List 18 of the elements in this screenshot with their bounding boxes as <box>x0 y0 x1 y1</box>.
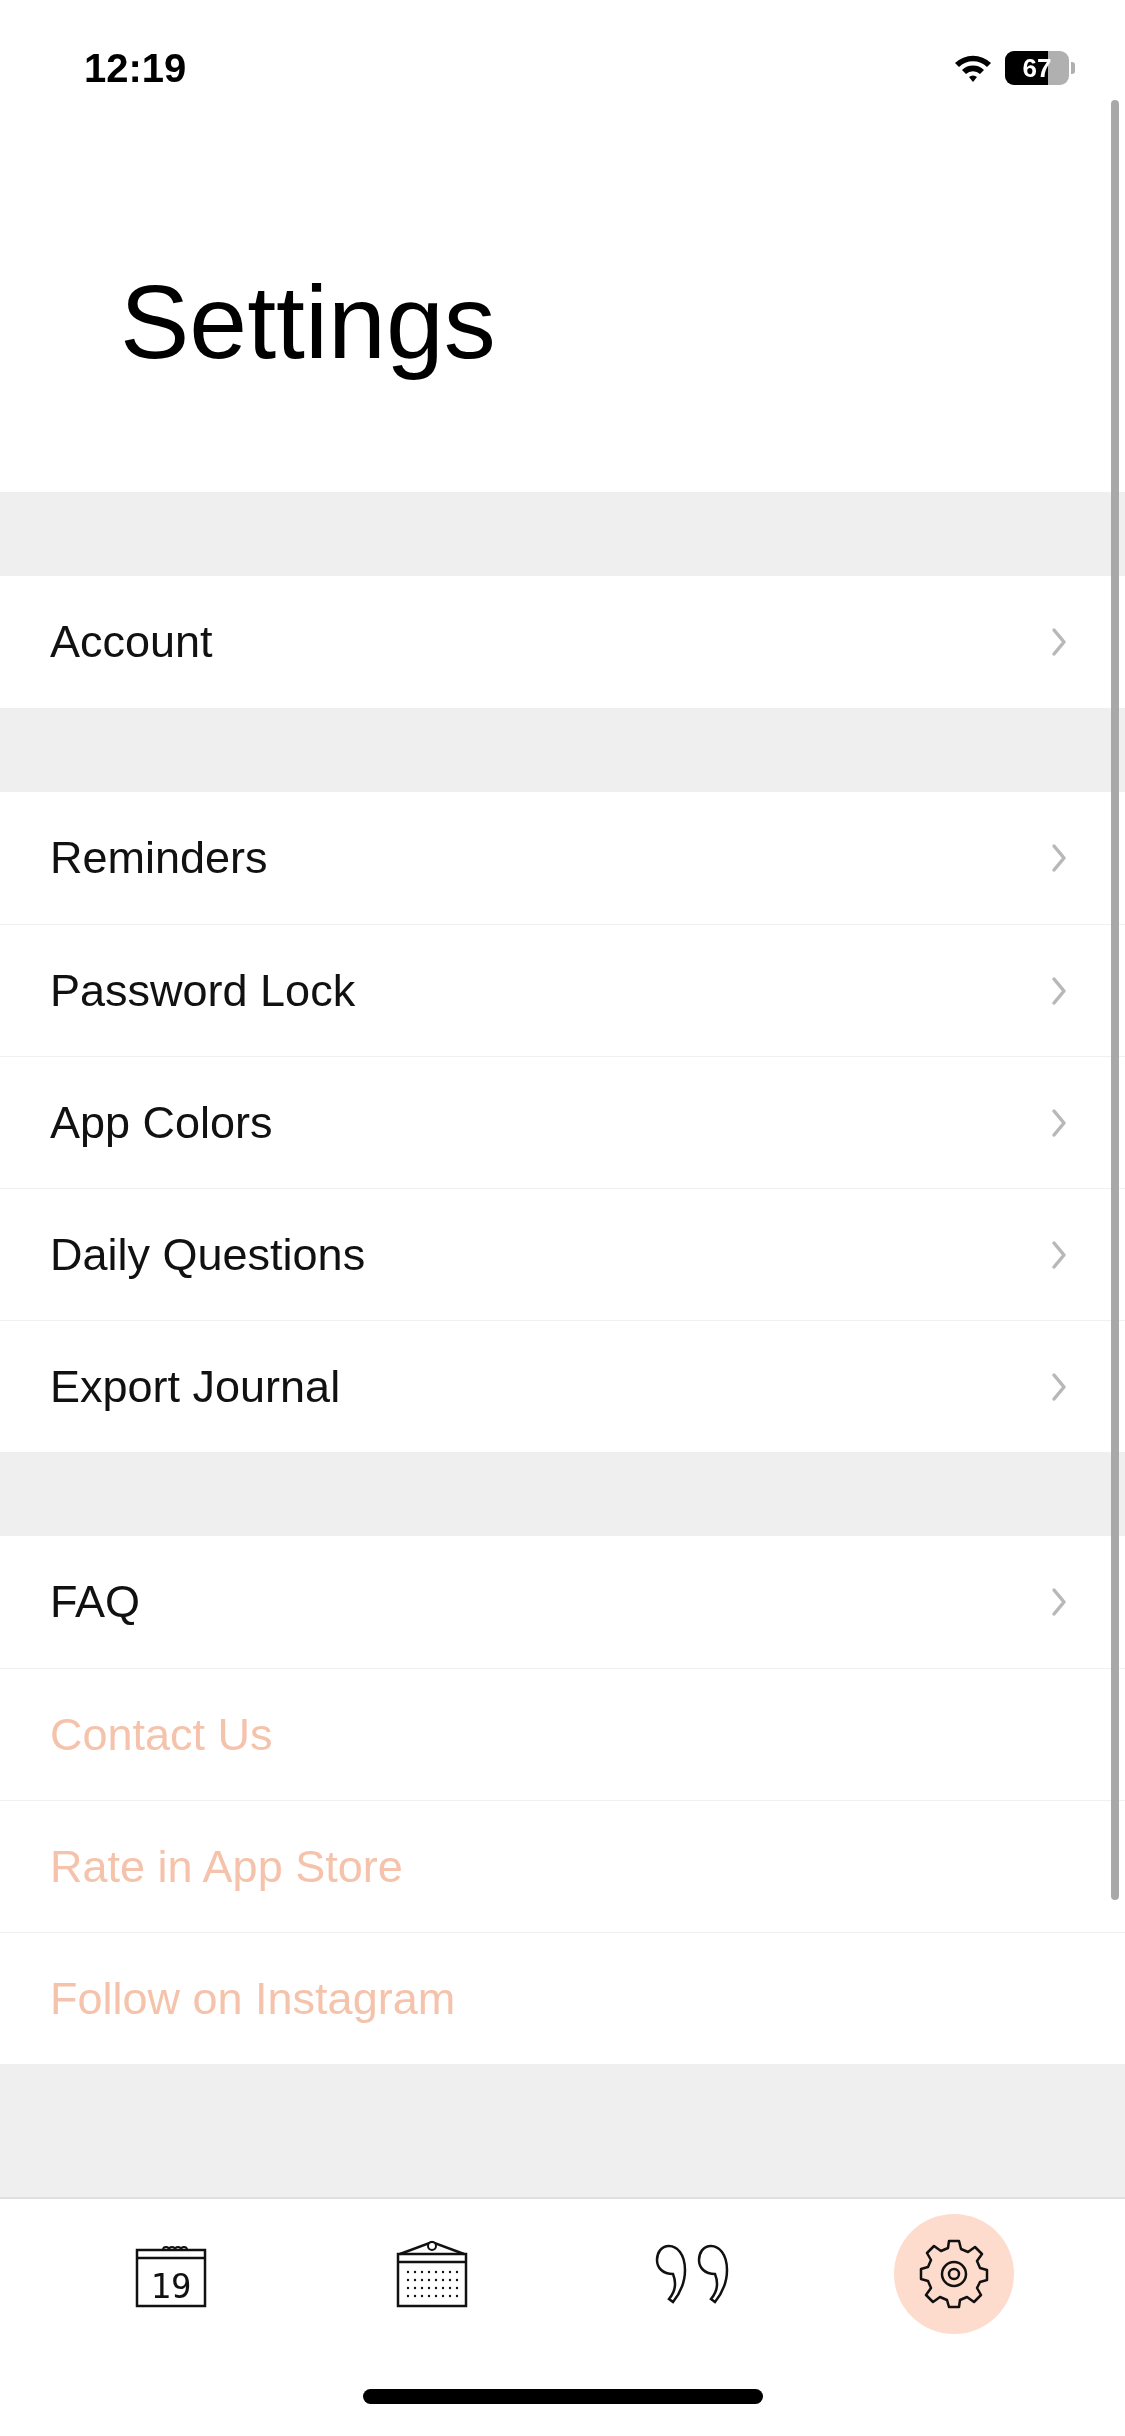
settings-row[interactable]: Password Lock <box>0 924 1125 1056</box>
chevron-icon <box>1051 627 1067 657</box>
chevron-icon <box>1051 975 1067 1006</box>
settings-row[interactable]: Reminders <box>0 792 1125 924</box>
settings-row[interactable]: Daily Questions <box>0 1188 1125 1320</box>
settings-row[interactable]: App Colors <box>0 1056 1125 1188</box>
settings-icon <box>918 2238 991 2310</box>
chevron-icon <box>1051 1239 1067 1270</box>
chevron-icon <box>1051 1371 1067 1402</box>
status-time: 12:19 <box>84 45 187 91</box>
settings-row[interactable]: Account <box>0 576 1125 708</box>
chevron-icon <box>1051 1107 1067 1138</box>
tab-button[interactable]: 19 <box>110 2214 231 2334</box>
calendar-icon <box>395 2240 468 2308</box>
chevron-icon <box>1051 1587 1067 1617</box>
page-title: Settings <box>119 263 497 382</box>
settings-row[interactable]: FAQ <box>0 1536 1125 1668</box>
chevron-icon <box>1051 843 1067 873</box>
